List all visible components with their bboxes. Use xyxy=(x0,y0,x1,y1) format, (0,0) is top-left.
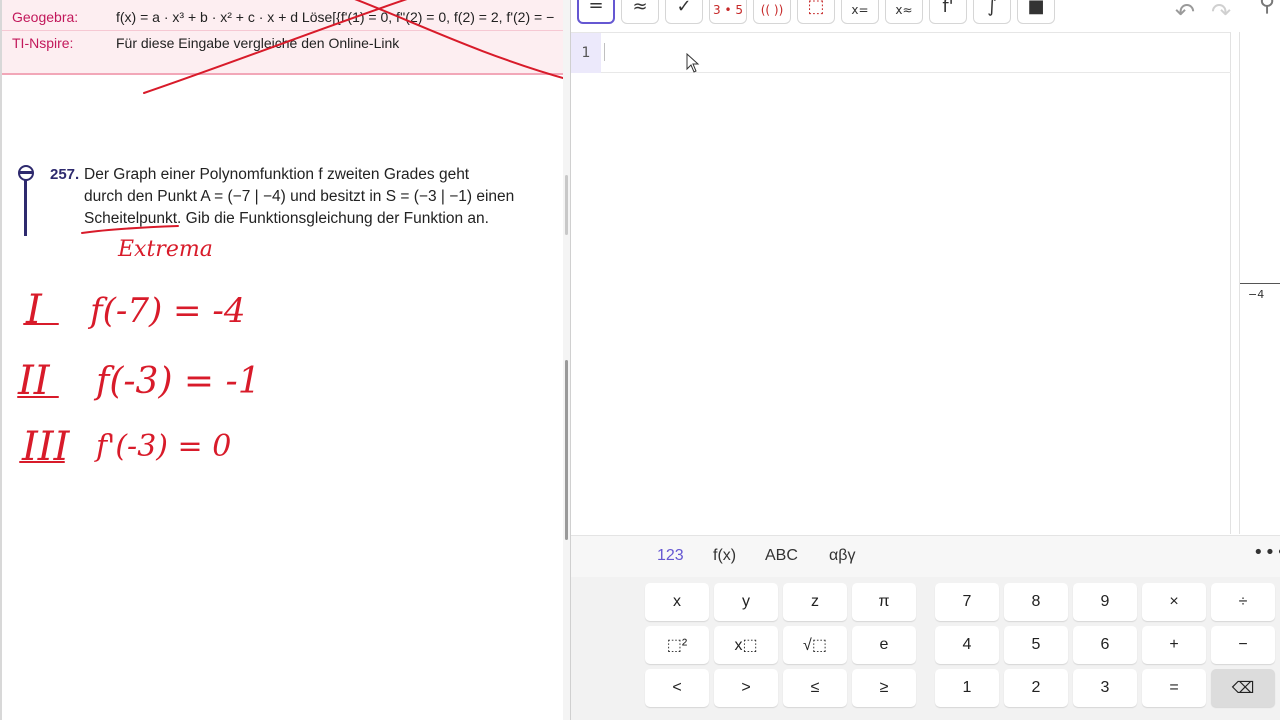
approx-icon: ≈ xyxy=(632,0,648,17)
undo-icon[interactable]: ↶ xyxy=(1175,0,1195,26)
key-plus[interactable]: + xyxy=(1142,626,1206,664)
key-less-than[interactable]: < xyxy=(645,669,709,707)
geogebra-row: Geogebra: f(x) = a · x³ + b · x² + c · x … xyxy=(12,9,554,25)
nspire-command: Für diese Eingabe vergleiche den Online-… xyxy=(116,35,400,51)
factor-icon: 3 • 5 xyxy=(713,3,743,17)
key-greater-equal[interactable]: ≥ xyxy=(852,669,916,707)
delete-icon: ■ xyxy=(1027,0,1045,17)
key-divide[interactable]: ÷ xyxy=(1211,583,1275,621)
nspire-row: TI-Nspire: Für diese Eingabe vergleiche d… xyxy=(12,35,399,51)
graph-axis-tick-label: −4 xyxy=(1248,288,1265,301)
graphics-view[interactable]: −4 xyxy=(1239,32,1280,534)
mouse-pointer-icon xyxy=(686,53,700,73)
box-divider xyxy=(2,30,568,31)
handwritten-label: II xyxy=(17,358,51,404)
tab-abc[interactable]: ABC xyxy=(765,547,798,565)
exercise-level-icon xyxy=(18,165,34,181)
textbook-page: Geogebra: f(x) = a · x³ + b · x² + c · x … xyxy=(0,0,570,720)
key-4[interactable]: 4 xyxy=(935,626,999,664)
key-2[interactable]: 2 xyxy=(1004,669,1068,707)
nsolve-button[interactable]: x≈ xyxy=(885,0,923,24)
handwritten-equation: f'(-3) = 0 xyxy=(94,429,231,464)
cas-calculator: = ≈ ✓ 3 • 5 (( )) ⬚ x= x≈ f' ∫ ■ ↶ ↷ ⚲ 1… xyxy=(570,0,1280,720)
search-icon[interactable]: ⚲ xyxy=(1259,0,1275,17)
exercise-number: 257. xyxy=(50,166,80,183)
key-3[interactable]: 3 xyxy=(1073,669,1137,707)
derivative-button[interactable]: f' xyxy=(929,0,967,24)
solve-icon: x= xyxy=(851,3,869,17)
key-y[interactable]: y xyxy=(714,583,778,621)
tab-greek[interactable]: αβγ xyxy=(829,547,855,565)
key-7[interactable]: 7 xyxy=(935,583,999,621)
exercise-text-line: durch den Punkt A = (−7 | −4) und besitz… xyxy=(84,188,515,205)
handwritten-label: III xyxy=(21,424,71,470)
key-power[interactable]: x⬚ xyxy=(714,626,778,664)
virtual-keyboard: x y z π ⬚² x⬚ √⬚ e < > ≤ ≥ 7 8 9 × ÷ 4 5… xyxy=(571,577,1280,720)
handwritten-label: I xyxy=(25,287,43,333)
key-square[interactable]: ⬚² xyxy=(645,626,709,664)
text-caret xyxy=(604,43,605,61)
geogebra-command: f(x) = a · x³ + b · x² + c · x + d Löse[… xyxy=(116,9,555,25)
expand-icon: (( )) xyxy=(760,3,784,17)
check-button[interactable]: ✓ xyxy=(665,0,703,24)
key-6[interactable]: 6 xyxy=(1073,626,1137,664)
backspace-icon[interactable]: ⌫ xyxy=(1211,669,1275,707)
approx-mode-button[interactable]: ≈ xyxy=(621,0,659,24)
handwritten-equation: f(-3) = -1 xyxy=(93,361,261,402)
solve-button[interactable]: x= xyxy=(841,0,879,24)
integral-button[interactable]: ∫ xyxy=(973,0,1011,24)
key-x[interactable]: x xyxy=(645,583,709,621)
cas-toolbar: = ≈ ✓ 3 • 5 (( )) ⬚ x= x≈ f' ∫ ■ ↶ ↷ ⚲ xyxy=(571,0,1280,30)
key-less-equal[interactable]: ≤ xyxy=(783,669,847,707)
document-scroll-thumb[interactable] xyxy=(565,360,568,540)
key-8[interactable]: 8 xyxy=(1004,583,1068,621)
expand-button[interactable]: (( )) xyxy=(753,0,791,24)
page-edge xyxy=(0,0,2,720)
key-equals[interactable]: = xyxy=(1142,669,1206,707)
key-minus[interactable]: − xyxy=(1211,626,1275,664)
document-scroll-indicator xyxy=(565,175,568,235)
key-z[interactable]: z xyxy=(783,583,847,621)
geogebra-label: Geogebra: xyxy=(12,9,79,25)
handwritten-note: Extrema xyxy=(117,237,213,262)
key-1[interactable]: 1 xyxy=(935,669,999,707)
derivative-icon: f' xyxy=(942,0,954,17)
exercise-text-line: Der Graph einer Polynomfunktion f zweite… xyxy=(84,166,470,183)
more-icon[interactable]: ••• xyxy=(1253,542,1280,563)
equals-icon: = xyxy=(588,0,604,16)
screen: Geogebra: f(x) = a · x³ + b · x² + c · x … xyxy=(0,0,1280,720)
tab-123[interactable]: 123 xyxy=(657,547,684,565)
key-5[interactable]: 5 xyxy=(1004,626,1068,664)
handwritten-equation: f(-7) = -4 xyxy=(87,291,245,331)
factor-button[interactable]: 3 • 5 xyxy=(709,0,747,24)
delete-button[interactable]: ■ xyxy=(1017,0,1055,24)
nsolve-icon: x≈ xyxy=(895,3,913,17)
key-sqrt[interactable]: √⬚ xyxy=(783,626,847,664)
exercise-text-line: Scheitelpunkt. Gib die Funktionsgleichun… xyxy=(84,210,489,227)
key-multiply[interactable]: × xyxy=(1142,583,1206,621)
substitute-button[interactable]: ⬚ xyxy=(797,0,835,24)
key-e[interactable]: e xyxy=(852,626,916,664)
key-9[interactable]: 9 xyxy=(1073,583,1137,621)
cas-view: 1 xyxy=(571,32,1231,534)
equals-mode-button[interactable]: = xyxy=(577,0,615,24)
integral-icon: ∫ xyxy=(987,0,997,17)
nspire-label: TI-Nspire: xyxy=(12,35,74,51)
tab-functions[interactable]: f(x) xyxy=(713,547,736,565)
redo-icon[interactable]: ↷ xyxy=(1211,0,1231,26)
check-icon: ✓ xyxy=(676,0,692,17)
handwriting-layer: Extrema I f(-7) = -4 II f(-3) = -1 III f… xyxy=(17,0,570,470)
graph-x-axis xyxy=(1240,283,1280,284)
technology-hint-box: Geogebra: f(x) = a · x³ + b · x² + c · x … xyxy=(2,0,568,75)
keyboard-tab-bar: 123 f(x) ABC αβγ ••• xyxy=(571,535,1280,577)
substitute-icon: ⬚ xyxy=(807,0,825,17)
key-greater-than[interactable]: > xyxy=(714,669,778,707)
key-pi[interactable]: π xyxy=(852,583,916,621)
cas-row-number[interactable]: 1 xyxy=(571,33,601,73)
